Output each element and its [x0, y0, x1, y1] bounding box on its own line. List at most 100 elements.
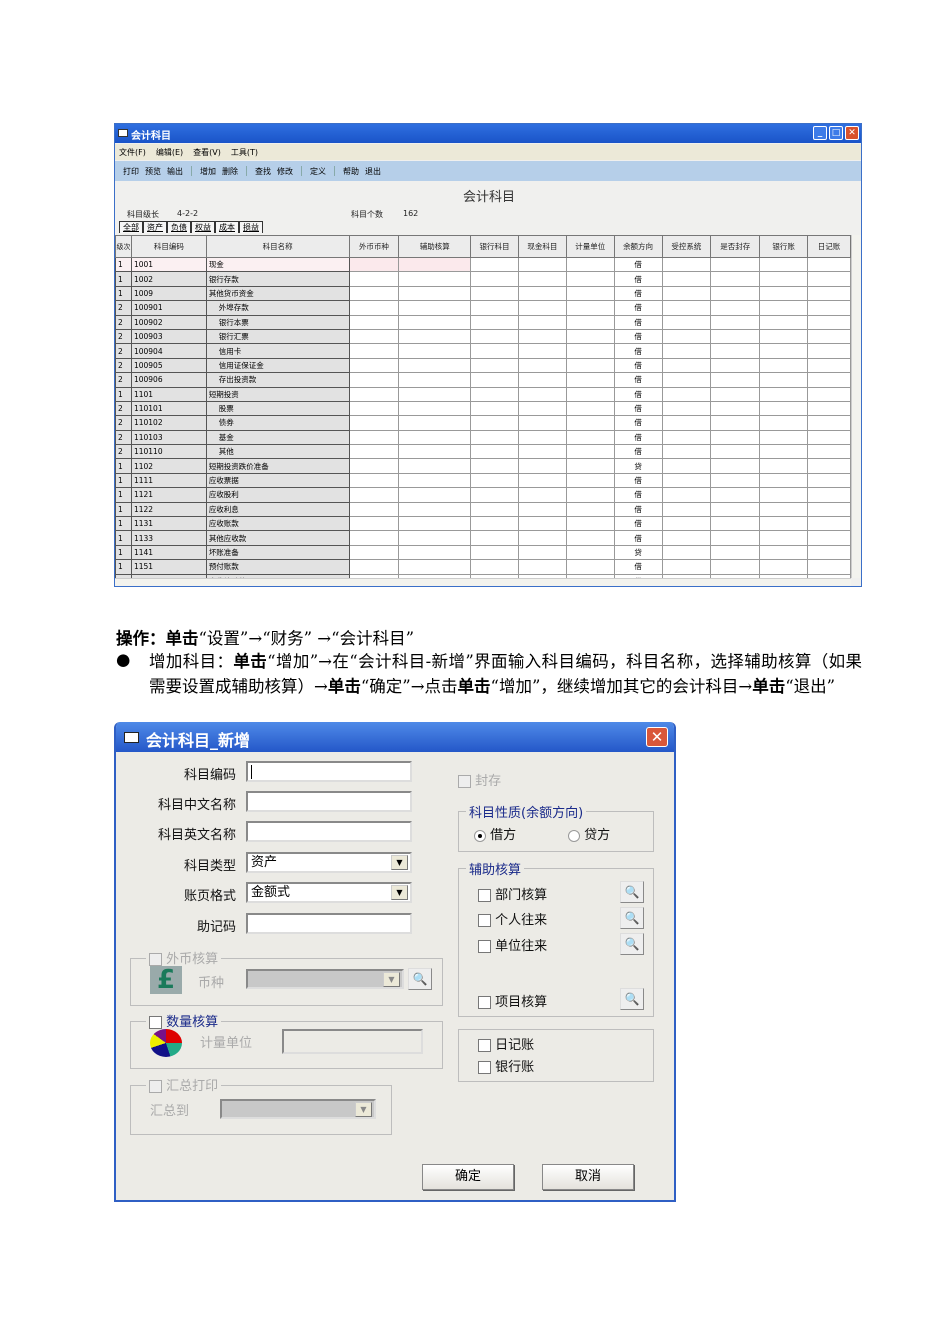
aux-unit-checkbox[interactable]: 单位往来: [478, 935, 547, 954]
column-header[interactable]: 银行科目: [470, 235, 519, 258]
toolbar-button-输出[interactable]: 输出: [167, 166, 183, 176]
table-row[interactable]: 1 1009 其他货币资金 借: [115, 285, 851, 302]
dept-search-button[interactable]: 🔍: [620, 881, 644, 903]
table-row[interactable]: 1 1133 其他应收款 借: [115, 530, 851, 546]
close-button[interactable]: ✕: [845, 126, 859, 140]
table-row[interactable]: 2 110110 其他 借: [115, 444, 851, 460]
code-input[interactable]: [246, 761, 412, 782]
toolbar-button-查找[interactable]: 查找: [255, 166, 271, 176]
chevron-down-icon[interactable]: ▼: [355, 1102, 372, 1117]
table-row[interactable]: 1 1002 银行存款 借: [115, 271, 851, 287]
cash-cell: [517, 386, 567, 402]
chevron-down-icon[interactable]: ▼: [383, 972, 400, 987]
table-row[interactable]: 1 1121 应收股利 借: [115, 487, 851, 503]
currency-select[interactable]: ▼: [246, 969, 404, 989]
unit-cell: [565, 516, 615, 532]
mnemonic-input[interactable]: [246, 913, 412, 934]
toolbar-button-预览[interactable]: 预览: [145, 166, 161, 176]
close-button[interactable]: ✕: [646, 727, 668, 747]
type-select[interactable]: 资产 ▼: [246, 852, 412, 873]
column-header[interactable]: 日记账: [807, 235, 851, 258]
table-row[interactable]: 1 1122 应收利息 借: [115, 501, 851, 518]
table-row[interactable]: 1 1131 应收账款 借: [115, 516, 851, 532]
cn-name-input[interactable]: [246, 791, 412, 812]
column-header[interactable]: 科目编码: [130, 235, 207, 258]
journal-checkbox[interactable]: 日记账: [478, 1034, 534, 1053]
maximize-button[interactable]: □: [829, 126, 843, 140]
table-row[interactable]: 2 110103 基金 借: [115, 429, 851, 446]
aux-person-checkbox[interactable]: 个人往来: [478, 909, 547, 928]
column-header[interactable]: 辅助核算: [398, 235, 472, 258]
column-header[interactable]: 计量单位: [565, 235, 615, 258]
toolbar-button-删除[interactable]: 删除: [222, 166, 238, 176]
tab-0[interactable]: 全部: [119, 221, 143, 233]
chevron-down-icon[interactable]: ▼: [391, 885, 408, 900]
toolbar-button-退出[interactable]: 退出: [365, 166, 381, 176]
unit-search-button[interactable]: 🔍: [620, 933, 644, 955]
toolbar-button-打印[interactable]: 打印: [123, 166, 139, 176]
toolbar-button-定义[interactable]: 定义: [310, 166, 326, 176]
horizontal-scrollbar[interactable]: [115, 578, 851, 586]
menu-edit[interactable]: 编辑(E): [156, 147, 183, 157]
tab-2[interactable]: 负债: [167, 221, 191, 233]
currency-search-button[interactable]: 🔍: [408, 968, 432, 990]
column-header[interactable]: 银行账: [759, 235, 809, 258]
toolbar-button-增加[interactable]: 增加: [200, 166, 216, 176]
menu-file[interactable]: 文件(F): [119, 147, 146, 157]
aux-project-checkbox[interactable]: 项目核算: [478, 991, 547, 1010]
vertical-scrollbar[interactable]: [851, 235, 861, 578]
column-header[interactable]: 余额方向: [613, 235, 663, 258]
toolbar-separator: [301, 166, 302, 176]
summary-to-select[interactable]: ▼: [220, 1099, 376, 1119]
tab-5[interactable]: 损益: [239, 221, 263, 233]
minimize-button[interactable]: _: [813, 126, 827, 140]
bank-checkbox[interactable]: 银行账: [478, 1056, 534, 1075]
table-row[interactable]: 2 100901 外埠存款 借: [115, 300, 851, 316]
direction-cell: 借: [613, 415, 663, 431]
ok-button[interactable]: 确定: [422, 1164, 514, 1190]
qty-checkbox[interactable]: 数量核算: [146, 1011, 222, 1030]
direction-cell: 借: [613, 487, 663, 503]
table-row[interactable]: 1 1101 短期投资 借: [115, 386, 851, 402]
en-name-input[interactable]: [246, 821, 412, 842]
project-search-button[interactable]: 🔍: [620, 988, 644, 1010]
unit-input[interactable]: [282, 1029, 423, 1054]
code-cell: 100905: [130, 357, 207, 374]
debit-radio[interactable]: 借方: [474, 824, 516, 843]
table-row[interactable]: 1 1151 预付账款 借: [115, 559, 851, 575]
table-row[interactable]: 2 100902 银行本票 借: [115, 314, 851, 330]
person-search-button[interactable]: 🔍: [620, 907, 644, 929]
sealed-checkbox[interactable]: 封存: [458, 770, 501, 789]
table-row[interactable]: 1 1111 应收票据借: [115, 472, 851, 489]
bank-ledger-cell: [759, 357, 809, 374]
cancel-button[interactable]: 取消: [542, 1164, 634, 1190]
toolbar-button-帮助[interactable]: 帮助: [343, 166, 359, 176]
table-row[interactable]: 2 110102 债券 借: [115, 415, 851, 431]
format-select[interactable]: 金额式 ▼: [246, 882, 412, 903]
table-row[interactable]: 1 1141 坏账准备 贷: [115, 544, 851, 561]
tab-4[interactable]: 成本: [215, 221, 239, 233]
tab-1[interactable]: 资产: [143, 221, 167, 233]
table-row[interactable]: 2 110101 股票 借: [115, 400, 851, 417]
table-row[interactable]: 2 100903 银行汇票 借: [115, 328, 851, 345]
column-header[interactable]: 科目名称: [205, 235, 350, 258]
column-header[interactable]: 是否封存: [710, 235, 761, 258]
toolbar-button-修改[interactable]: 修改: [277, 166, 293, 176]
summary-checkbox[interactable]: 汇总打印: [146, 1075, 222, 1094]
tab-3[interactable]: 权益: [191, 221, 215, 233]
table-row[interactable]: 1 1102 短期投资跌价准备 贷: [115, 458, 851, 474]
column-header[interactable]: 受控系统: [661, 235, 712, 258]
column-header[interactable]: 现金科目: [517, 235, 567, 258]
table-row[interactable]: 2 100905 信用证保证金 借: [115, 357, 851, 374]
table-row[interactable]: 2 100904 信用卡 借: [115, 343, 851, 359]
credit-radio[interactable]: 贷方: [568, 824, 610, 843]
menu-tools[interactable]: 工具(T): [231, 147, 258, 157]
chevron-down-icon[interactable]: ▼: [391, 855, 408, 870]
aux-dept-checkbox[interactable]: 部门核算: [478, 884, 547, 903]
column-header[interactable]: 级次: [115, 235, 132, 258]
table-row[interactable]: 1 1001 现金 借: [115, 256, 851, 273]
column-header[interactable]: 外币币种: [348, 235, 400, 258]
table-row[interactable]: 2 100906 存出投资款 借: [115, 372, 851, 388]
menu-view[interactable]: 查看(V): [193, 147, 221, 157]
direction-cell: 借: [613, 559, 663, 575]
